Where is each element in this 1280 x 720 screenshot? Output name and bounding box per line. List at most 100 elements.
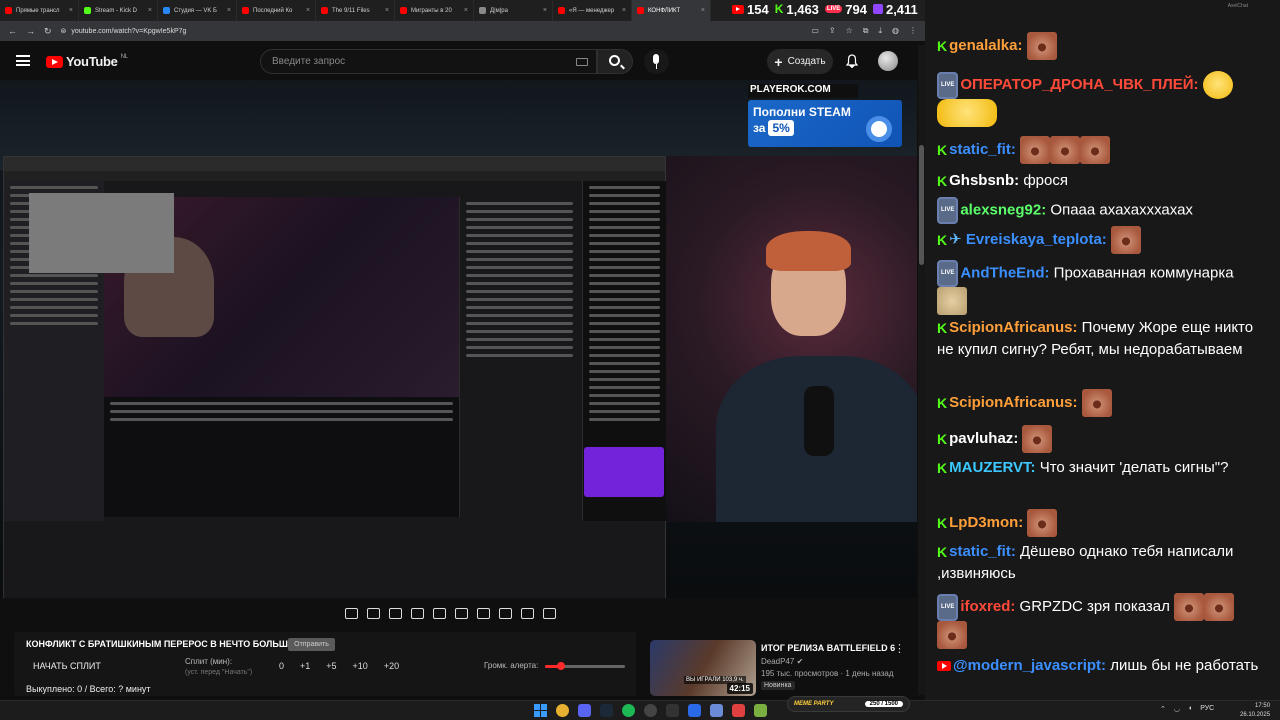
speed-icon[interactable] <box>477 607 490 619</box>
browser-tab[interactable]: КОНФЛИКТ × <box>632 0 711 21</box>
share-icon[interactable]: ⇪ <box>829 26 836 36</box>
language-indicator[interactable]: РУС <box>1200 705 1214 713</box>
install-icon[interactable]: ▭ <box>811 26 819 36</box>
notifications-bell-icon[interactable] <box>846 54 858 68</box>
close-tab-icon[interactable]: × <box>464 7 468 14</box>
alert-volume-knob[interactable] <box>557 662 565 670</box>
profile-icon[interactable]: ◍ <box>892 26 899 36</box>
close-tab-icon[interactable]: × <box>227 7 231 14</box>
app-icon-2[interactable] <box>688 704 701 717</box>
close-tab-icon[interactable]: × <box>701 7 705 14</box>
obs-icon[interactable] <box>644 704 657 717</box>
start-icon[interactable] <box>534 704 547 717</box>
close-tab-icon[interactable]: × <box>385 7 389 14</box>
start-split-button[interactable]: НАЧАТЬ СПЛИТ <box>33 661 101 671</box>
spotify-icon[interactable] <box>622 704 635 717</box>
picture-in-picture-icon[interactable] <box>433 607 446 619</box>
browser-tab[interactable]: Прямые трансл × <box>0 0 79 21</box>
browser-tab[interactable]: Последний Ко × <box>237 0 316 21</box>
chat-username[interactable]: @modern_javascript <box>953 657 1101 674</box>
back-icon[interactable]: ← <box>8 26 17 36</box>
chat-username[interactable]: genalalka <box>949 37 1017 54</box>
close-tab-icon[interactable]: × <box>622 7 626 14</box>
chat-username[interactable]: static_fit <box>949 543 1011 560</box>
audio-icon[interactable] <box>367 607 380 619</box>
close-tab-icon[interactable]: × <box>543 7 547 14</box>
app-icon-3[interactable] <box>710 704 723 717</box>
search-button[interactable] <box>597 49 633 74</box>
split-value-plus20[interactable]: +20 <box>384 661 399 671</box>
menu-dots-icon[interactable]: ⋮ <box>909 26 917 36</box>
chat-username[interactable]: LpD3mon <box>949 514 1018 531</box>
page-scrollbar[interactable] <box>918 45 925 695</box>
voice-search-icon[interactable] <box>644 49 669 74</box>
create-button[interactable]: + Создать <box>767 49 833 74</box>
url-field[interactable]: ⊜ youtube.com/watch?v=KpgwIe5kP7g <box>61 27 661 36</box>
split-value-plus5[interactable]: +5 <box>326 661 336 671</box>
search-input[interactable]: Введите запрос <box>260 49 597 74</box>
chat-tag: AxelChat <box>1227 3 1248 9</box>
split-value-plus1[interactable]: +1 <box>300 661 310 671</box>
loop-icon[interactable] <box>345 607 358 619</box>
steam-icon[interactable] <box>600 704 613 717</box>
emote-icon <box>1019 136 1050 164</box>
emote-icon <box>1049 136 1080 164</box>
chat-username[interactable]: Ghsbsnb <box>949 172 1014 189</box>
extensions-icon[interactable]: ⧉ <box>863 26 869 36</box>
chat-message: LIVE ifoxred: GRPZDC зря показал <box>937 593 1271 649</box>
chat-username[interactable]: ScipionAfricanus <box>949 394 1072 411</box>
chat-username[interactable]: AndTheEnd <box>960 264 1044 281</box>
clapper-icon[interactable] <box>411 607 424 619</box>
download-icon[interactable]: ⤓ <box>878 26 882 36</box>
chrome-icon[interactable] <box>556 704 569 717</box>
browser-tab[interactable]: Д|м|ра × <box>474 0 553 21</box>
video-settings-icon[interactable] <box>389 607 402 619</box>
recommended-video[interactable]: ВЫ ИГРАЛИ 103,9 ч. 42:15 ИТОГ РЕЛИЗА BAT… <box>650 640 910 698</box>
app-icon-4[interactable] <box>732 704 745 717</box>
tray-chevron-icon[interactable]: ⌃ <box>1160 705 1166 713</box>
split-value-plus10[interactable]: +10 <box>353 661 368 671</box>
chat-username[interactable]: pavluhaz <box>949 430 1013 447</box>
film-icon[interactable] <box>455 607 468 619</box>
app-icon-5[interactable] <box>754 704 767 717</box>
chat-username[interactable]: MAUZERVT <box>949 459 1030 476</box>
browser-tab[interactable]: «Я — менеджер × <box>553 0 632 21</box>
reload-icon[interactable]: ↻ <box>44 26 52 37</box>
close-tab-icon[interactable]: × <box>69 7 73 14</box>
gear-icon[interactable] <box>543 607 556 619</box>
discord-icon[interactable] <box>578 704 591 717</box>
chat-username[interactable]: alexsneg92 <box>960 201 1041 218</box>
chat-username[interactable]: Evreiskaya_teplota <box>966 231 1102 248</box>
video-player[interactable]: PLAYEROK.COM Пополни STEAM за 5% <box>0 80 917 598</box>
close-tab-icon[interactable]: × <box>306 7 310 14</box>
screenshot-icon[interactable] <box>521 607 534 619</box>
split-value-0[interactable]: 0 <box>279 661 284 671</box>
browser-tab[interactable]: Студия — VK Б × <box>158 0 237 21</box>
keyboard-icon[interactable] <box>576 58 588 66</box>
wifi-icon[interactable]: ◡ <box>1174 705 1180 713</box>
clock[interactable]: 17:50 26.10.2025 <box>1240 702 1270 720</box>
more-options-icon[interactable]: ⋮ <box>894 642 905 655</box>
add-icon[interactable] <box>499 607 512 619</box>
chat-username[interactable]: ScipionAfricanus <box>949 319 1072 336</box>
app-icon[interactable] <box>666 704 679 717</box>
browser-tab[interactable]: Stream - Kick D × <box>79 0 158 21</box>
volume-icon[interactable]: ◖ <box>1188 705 1192 713</box>
forward-icon[interactable]: → <box>26 26 35 36</box>
menu-icon[interactable] <box>16 55 30 66</box>
avatar[interactable] <box>878 51 898 71</box>
close-tab-icon[interactable]: × <box>148 7 152 14</box>
site-info-icon[interactable]: ⊜ <box>61 27 67 35</box>
alert-volume-slider[interactable] <box>545 662 625 670</box>
youtube-logo[interactable]: YouTube NL <box>46 54 128 69</box>
browser-tab[interactable]: Мигранты в 20 × <box>395 0 474 21</box>
chat-username[interactable]: ifoxred <box>960 598 1010 615</box>
split-panel: КОНФЛИКТ С БРАТИШКИНЫМ ПЕРЕРОС В НЕЧТО Б… <box>14 632 636 696</box>
url-text[interactable]: youtube.com/watch?v=KpgwIe5kP7g <box>71 28 186 35</box>
browser-tab[interactable]: The 9/11 Files × <box>316 0 395 21</box>
chat-username[interactable]: ОПЕРАТОР_ДРОНА_ЧВК_ПЛЕЙ <box>960 76 1193 93</box>
chat-username[interactable]: static_fit <box>949 141 1011 158</box>
bookmark-star-icon[interactable]: ☆ <box>846 26 853 36</box>
video-thumbnail[interactable]: ВЫ ИГРАЛИ 103,9 ч. 42:15 <box>650 640 756 696</box>
send-button[interactable]: Отправить <box>288 638 335 651</box>
